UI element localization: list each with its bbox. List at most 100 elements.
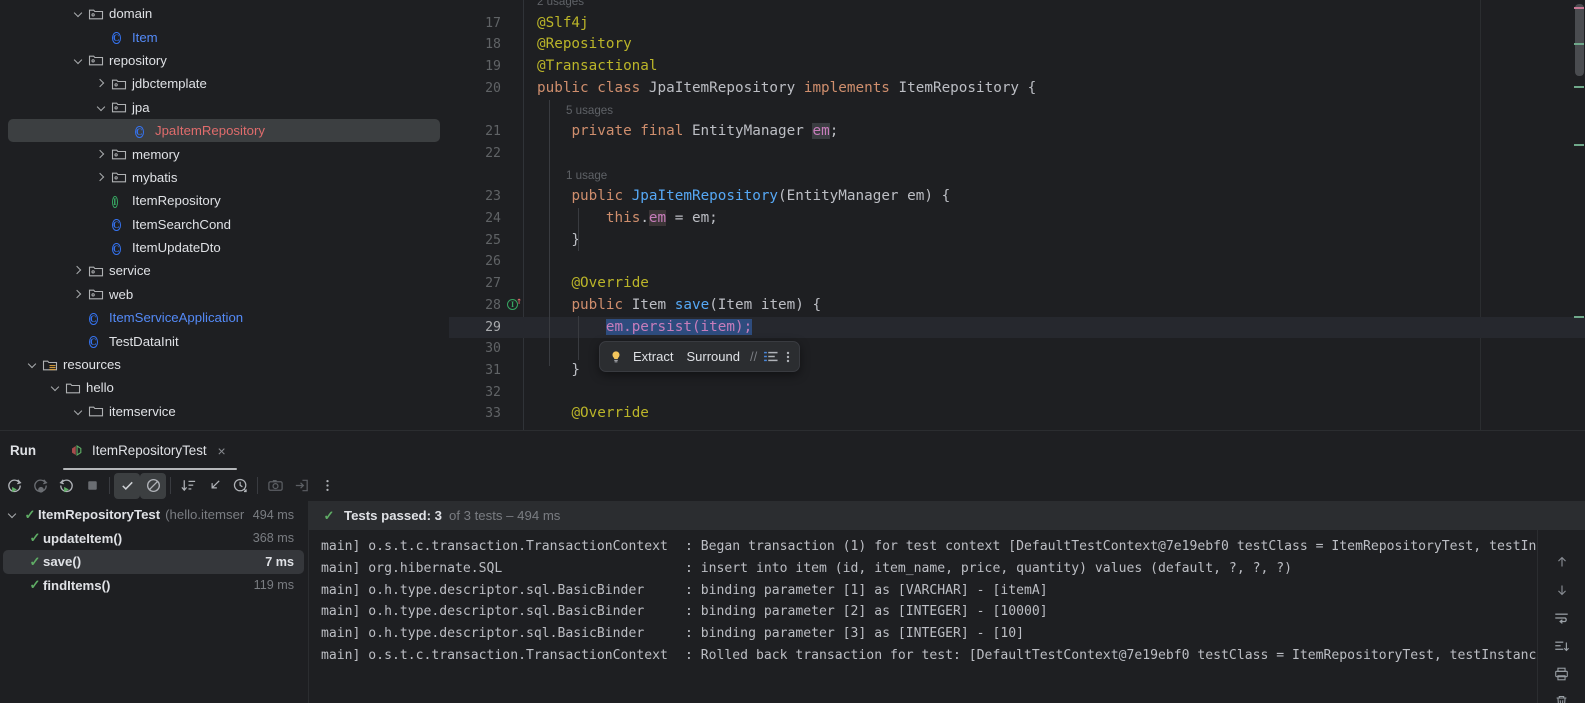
tree-item-service[interactable]: service bbox=[0, 259, 449, 282]
chevron-down-icon[interactable] bbox=[49, 381, 62, 394]
comment-action[interactable]: // bbox=[750, 349, 757, 364]
chevron-down-icon[interactable] bbox=[6, 508, 19, 521]
usage-hint-row[interactable]: 1 usage bbox=[449, 165, 1585, 187]
scrollbar-thumb[interactable] bbox=[1575, 4, 1584, 76]
chevron-down-icon[interactable] bbox=[72, 405, 85, 418]
scroll-up-button[interactable] bbox=[1550, 554, 1574, 570]
tree-item-itemrepository[interactable]: I ItemRepository bbox=[0, 189, 449, 212]
code-line-20[interactable]: 20 public class JpaItemRepository impleme… bbox=[449, 78, 1585, 100]
close-icon[interactable]: × bbox=[215, 444, 229, 458]
extract-action[interactable]: Extract bbox=[630, 349, 676, 364]
code-editor[interactable]: 2 usages 17 @Slf4j 18 @Repository 19 @Transact… bbox=[449, 0, 1585, 430]
tree-item-itemupdatedto[interactable]: C ItemUpdateDto bbox=[0, 236, 449, 259]
tree-item-itemserviceapplication[interactable]: C ItemServiceApplication bbox=[0, 306, 449, 329]
export-snapshot-button bbox=[262, 473, 288, 499]
console-side-toolbar[interactable] bbox=[1537, 530, 1585, 703]
scroll-marker[interactable] bbox=[1574, 43, 1584, 45]
tree-item-item[interactable]: C Item bbox=[0, 25, 449, 48]
test-row-save[interactable]: ✓ save() 7 ms bbox=[0, 550, 308, 574]
code-line-21[interactable]: 21 private final EntityManager em; bbox=[449, 121, 1585, 143]
tree-item-domain[interactable]: domain bbox=[0, 2, 449, 25]
expand-collapse-button[interactable] bbox=[201, 473, 227, 499]
scroll-to-end-button[interactable] bbox=[1550, 638, 1574, 654]
tree-item-hello[interactable]: hello bbox=[0, 376, 449, 399]
usage-hint-row[interactable]: 2 usages bbox=[449, 0, 1585, 13]
chevron-right-icon[interactable] bbox=[72, 288, 85, 301]
tree-item-itemservice[interactable]: itemservice bbox=[0, 400, 449, 423]
ide-window: domain C Item repository jdbctemplate jpa C Jpa… bbox=[0, 0, 1585, 703]
tree-item-jdbctemplate[interactable]: jdbctemplate bbox=[0, 72, 449, 95]
toolbar-separator bbox=[170, 477, 171, 494]
test-row-updateitem[interactable]: ✓ updateItem() 368 ms bbox=[0, 527, 308, 551]
chevron-right-icon[interactable] bbox=[95, 77, 108, 90]
chevron-down-icon[interactable] bbox=[26, 358, 39, 371]
tree-item-jpa[interactable]: jpa bbox=[0, 96, 449, 119]
scroll-down-button[interactable] bbox=[1550, 582, 1574, 598]
test-duration-label: 368 ms bbox=[252, 531, 294, 546]
scroll-marker[interactable] bbox=[1574, 86, 1584, 88]
code-line-23[interactable]: 23 public JpaItemRepository(EntityManage… bbox=[449, 186, 1585, 208]
implements-method-icon[interactable]: I ↑ bbox=[507, 296, 522, 313]
line-number: 17 bbox=[485, 15, 501, 31]
sort-by-duration-button[interactable] bbox=[227, 473, 253, 499]
test-row-itemrepositorytest[interactable]: ✓ ItemRepositoryTest (hello.itemser 494 ms bbox=[0, 503, 308, 527]
code-line-28[interactable]: 28 I ↑ public Item save(Item item) { bbox=[449, 295, 1585, 317]
code-line-32[interactable]: 32 bbox=[449, 382, 1585, 404]
chevron-right-icon[interactable] bbox=[95, 171, 108, 184]
tree-item-testdatainit[interactable]: C TestDataInit bbox=[0, 329, 449, 352]
code-line-24[interactable]: 24 this.em = em; bbox=[449, 208, 1585, 230]
chevron-right-icon[interactable] bbox=[72, 264, 85, 277]
run-toolbar[interactable] bbox=[0, 470, 1585, 502]
tree-item-itemsearchcond[interactable]: C ItemSearchCond bbox=[0, 213, 449, 236]
tree-item-repository[interactable]: repository bbox=[0, 49, 449, 72]
clear-all-button[interactable] bbox=[1550, 694, 1574, 703]
code-line-26[interactable]: 26 bbox=[449, 251, 1585, 273]
chevron-down-icon[interactable] bbox=[72, 54, 85, 67]
soft-wrap-button[interactable] bbox=[1550, 610, 1574, 626]
editor-scrollbar[interactable] bbox=[1571, 0, 1585, 430]
code-text: @Transactional bbox=[537, 58, 658, 75]
show-passed-button[interactable] bbox=[114, 472, 140, 499]
chevron-down-icon[interactable] bbox=[72, 7, 85, 20]
usage-hint-label[interactable]: 2 usages bbox=[537, 0, 584, 13]
chevron-down-icon[interactable] bbox=[95, 101, 108, 114]
code-line-18[interactable]: 18 @Repository bbox=[449, 34, 1585, 56]
code-line-25[interactable]: 25 } bbox=[449, 230, 1585, 252]
tree-item-resources[interactable]: resources bbox=[0, 353, 449, 376]
scroll-marker[interactable] bbox=[1574, 316, 1584, 318]
code-line-22[interactable]: 22 bbox=[449, 143, 1585, 165]
test-row-finditems[interactable]: ✓ findItems() 119 ms bbox=[0, 574, 308, 598]
tree-item-memory[interactable]: memory bbox=[0, 142, 449, 165]
scroll-marker[interactable] bbox=[1574, 7, 1584, 9]
tree-item-mybatis[interactable]: mybatis bbox=[0, 166, 449, 189]
usage-hint-row[interactable]: 5 usages bbox=[449, 100, 1585, 122]
console-output[interactable]: main] o.s.t.c.transaction.TransactionCon… bbox=[309, 530, 1538, 703]
usage-hint-label[interactable]: 5 usages bbox=[566, 100, 613, 122]
rerun-failed-tests-button bbox=[27, 473, 53, 499]
test-results-tree[interactable]: ✓ ItemRepositoryTest (hello.itemser 494 ms ✓… bbox=[0, 501, 309, 703]
tree-item-web[interactable]: web bbox=[0, 283, 449, 306]
code-line-29[interactable]: 29 em.persist(item); bbox=[449, 316, 1585, 339]
lightbulb-icon[interactable] bbox=[609, 350, 623, 364]
chevron-right-icon[interactable] bbox=[95, 148, 108, 161]
code-line-33[interactable]: 33 @Override bbox=[449, 403, 1585, 425]
tree-item-label: itemservice bbox=[109, 403, 176, 419]
reformat-icon[interactable] bbox=[764, 350, 779, 363]
code-line-17[interactable]: 17 @Slf4j bbox=[449, 13, 1585, 35]
code-line-27[interactable]: 27 @Override bbox=[449, 273, 1585, 295]
project-tree-panel[interactable]: domain C Item repository jdbctemplate jpa C Jpa… bbox=[0, 0, 449, 432]
tree-item-jpaitemrepository[interactable]: C JpaItemRepository bbox=[0, 118, 449, 143]
scroll-marker[interactable] bbox=[1574, 144, 1584, 146]
surround-action[interactable]: Surround bbox=[683, 349, 742, 364]
more-options-icon[interactable] bbox=[786, 350, 790, 364]
run-tab-item-repository-test[interactable]: ItemRepositoryTest × bbox=[63, 431, 237, 470]
toggle-auto-test-button[interactable] bbox=[53, 473, 79, 499]
print-button[interactable] bbox=[1550, 666, 1574, 682]
code-line-19[interactable]: 19 @Transactional bbox=[449, 56, 1585, 78]
show-ignored-button[interactable] bbox=[140, 472, 166, 499]
more-options-button[interactable] bbox=[314, 473, 340, 499]
usage-hint-label[interactable]: 1 usage bbox=[566, 165, 607, 187]
sort-alphabetically-button[interactable] bbox=[175, 473, 201, 499]
intention-actions-popup[interactable]: Extract Surround // bbox=[599, 341, 801, 372]
rerun-tests-button[interactable] bbox=[1, 473, 27, 499]
